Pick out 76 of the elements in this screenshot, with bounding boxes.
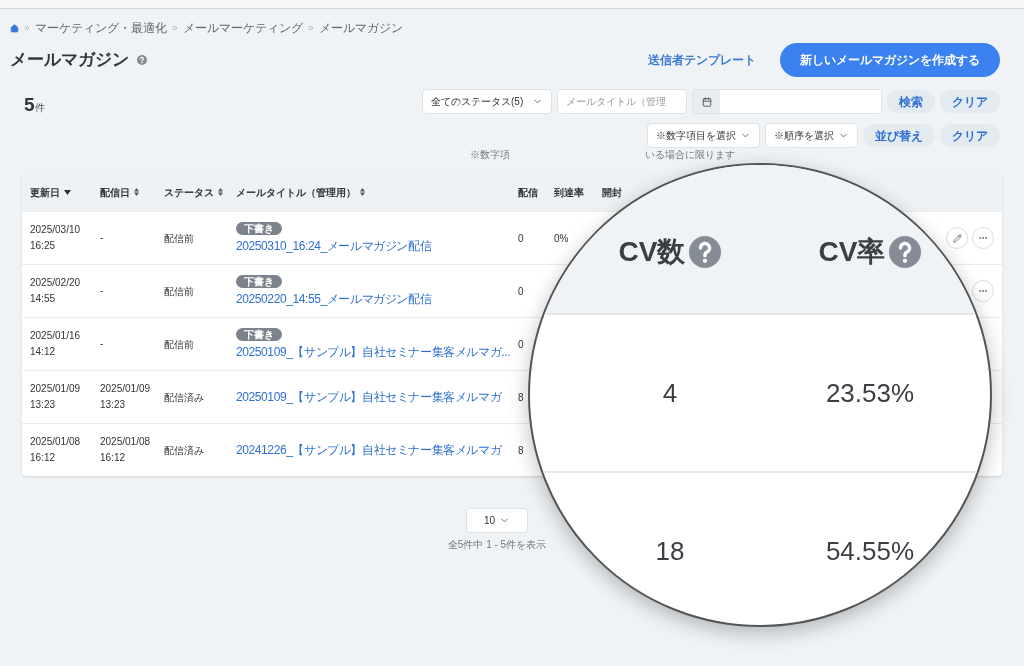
breadcrumb-link[interactable]: メールマーケティング (183, 19, 303, 37)
help-icon[interactable] (137, 55, 147, 65)
column-header[interactable]: メールタイトル（管理用） (236, 184, 356, 200)
table-cell: 0% (554, 232, 569, 244)
column-header[interactable]: 配信日 (100, 184, 130, 200)
breadcrumb-separator-icon (307, 24, 315, 32)
newsletter-title-link[interactable]: 20250310_16:24_メールマガジン配信 (236, 236, 432, 255)
table-cell-text: 2025/01/16 14:12 (30, 329, 82, 359)
table-cell-text: - (100, 231, 105, 245)
clear-button[interactable]: クリア (940, 90, 1000, 113)
table-cell: 8 (518, 391, 524, 403)
calendar-icon (701, 96, 712, 107)
table-cell-text: - (100, 337, 105, 351)
table-cell-text: - (100, 284, 105, 298)
newsletter-title-link[interactable]: 20250109_【サンプル】自社セミナー集客メルマガ (236, 388, 502, 406)
per-page-select[interactable]: 10 (466, 508, 528, 533)
table-cell: 0 (518, 232, 524, 244)
breadcrumb-separator-icon (171, 24, 179, 32)
breadcrumb-separator-icon (23, 24, 31, 32)
status-select[interactable]: 全てのステータス(5) (422, 89, 552, 114)
sort-field-select[interactable]: ※数字項目を選択 (647, 123, 760, 148)
column-header[interactable]: ステータス (164, 184, 214, 200)
draft-badge: 下書き (236, 221, 282, 235)
sort-hint: ※数字項 (470, 149, 510, 161)
table-cell-text: 2025/01/08 16:12 (30, 435, 82, 465)
magnified-help-icon[interactable] (889, 236, 922, 268)
table-cell: 配信前 (164, 338, 194, 350)
table-cell: 8 (518, 444, 524, 456)
result-count: 5 (24, 93, 35, 117)
newsletter-title-link[interactable]: 20250220_14:55_メールマガジン配信 (236, 289, 432, 308)
draft-badge: 下書き (236, 274, 282, 288)
breadcrumb-link[interactable]: メールマガジン (319, 19, 403, 37)
magnified-column-header: CV数 (618, 235, 686, 269)
magnified-column-header: CV率 (818, 235, 886, 269)
table-cell: 0 (518, 285, 524, 297)
magnified-cell-text: 23.53% (825, 376, 915, 410)
sort-icon[interactable] (360, 188, 365, 196)
table-cell-text: 2025/01/09 13:23 (30, 382, 82, 412)
column-header[interactable]: 開封 (602, 184, 622, 200)
create-newsletter-button[interactable]: 新しいメールマガジンを作成する (780, 43, 1000, 77)
table-cell: 配信済み (164, 444, 204, 456)
magnified-cell-text: 54.55% (825, 534, 915, 568)
sort-icon[interactable] (134, 188, 139, 196)
column-header[interactable]: 更新日 (30, 184, 60, 200)
sort-icon[interactable] (218, 188, 223, 196)
pencil-icon (952, 233, 962, 243)
column-header[interactable]: 到達率 (554, 184, 584, 200)
home-icon[interactable] (10, 23, 19, 33)
page-title: メールマガジン (10, 49, 129, 72)
breadcrumb-link[interactable]: マーケティング・最適化 (35, 19, 167, 37)
table-cell: 0 (518, 338, 524, 350)
count-unit: 件 (34, 102, 45, 115)
table-cell: 配信前 (164, 232, 194, 244)
newsletter-title-link[interactable]: 20241226_【サンプル】自社セミナー集客メルマガ (236, 441, 502, 459)
sort-button[interactable]: 並び替え (863, 124, 935, 147)
clear-button[interactable]: クリア (940, 124, 1000, 147)
date-range-field[interactable] (692, 89, 882, 114)
sort-descending-icon[interactable] (64, 189, 71, 195)
search-button[interactable]: 検索 (887, 90, 935, 113)
table-cell-text: 2025/02/20 14:55 (30, 276, 82, 306)
sort-order-select[interactable]: ※順序を選択 (765, 123, 858, 148)
magnified-cell-text: 18 (655, 534, 685, 568)
magnified-cell-text: 4 (662, 376, 678, 410)
draft-badge: 下書き (236, 327, 282, 341)
column-header[interactable]: 配信 (518, 184, 538, 200)
newsletter-title-link[interactable]: 20250109_【サンプル】自社セミナー集客メルマガ... (236, 342, 511, 361)
magnified-help-icon[interactable] (689, 236, 722, 268)
pagination-summary: 全5件中 1 - 5件を表示 (447, 538, 547, 552)
title-search-field[interactable]: メールタイトル（管理 (557, 89, 687, 114)
table-cell: 配信前 (164, 285, 194, 297)
table-cell-text: 2025/01/08 16:12 (100, 435, 152, 465)
table-cell-text: 2025/01/09 13:23 (100, 382, 152, 412)
table-cell: 配信済み (164, 391, 204, 403)
sort-hint: いる場合に限ります (645, 149, 735, 161)
sender-template-link[interactable]: 送信者テンプレート (648, 51, 756, 69)
table-cell-text: 2025/03/10 16:25 (30, 223, 82, 253)
